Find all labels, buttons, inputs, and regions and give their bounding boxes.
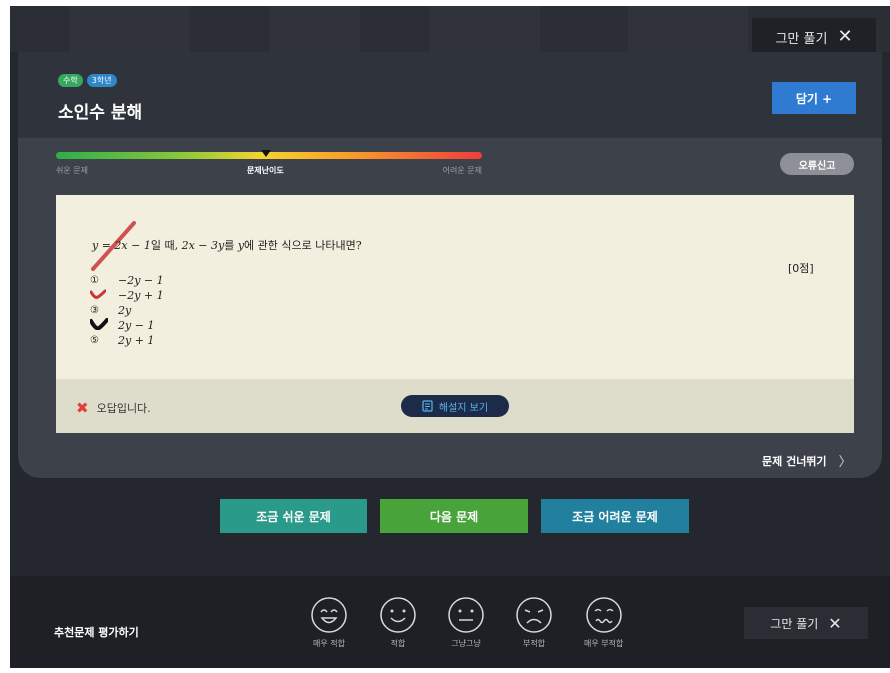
very-sad-face-icon <box>585 597 622 633</box>
rating-very-suitable[interactable]: 매우 적합 <box>310 596 348 649</box>
view-explanation-button[interactable]: 해설지 보기 <box>401 395 509 417</box>
wrong-text: 오답입니다. <box>96 402 151 415</box>
option-check-icon <box>89 318 118 333</box>
question-card: 수학 3학년 소인수 분해 담기 + 쉬운 문제 문제난이도 어려운 문제 오류… <box>18 52 882 478</box>
close-icon: ✕ <box>837 26 853 47</box>
quit-label: 그만 풀기 <box>770 616 819 631</box>
background-decor <box>628 6 748 52</box>
question-math: 2x − 3y <box>181 239 225 252</box>
question-text: y = 2x − 1일 때, 2x − 3y를 y에 관한 식으로 나타내면? <box>92 237 362 253</box>
option-text: −2y − 1 <box>118 274 164 287</box>
question-text-part: 일 때, <box>150 239 182 252</box>
background-decor <box>70 6 190 52</box>
card-header: 수학 3학년 소인수 분해 담기 + <box>18 52 882 138</box>
option-text: −2y + 1 <box>118 289 164 302</box>
question-math: y = 2x − 1 <box>92 239 151 252</box>
background-decor <box>270 6 360 52</box>
report-error-button[interactable]: 오류신고 <box>780 153 854 175</box>
option-number: ⑤ <box>90 335 99 346</box>
view-explanation-label: 해설지 보기 <box>438 402 489 414</box>
question-text-part: 에 관한 식으로 나타내면? <box>244 239 362 252</box>
neutral-face-icon <box>448 597 484 633</box>
quit-label: 그만 풀기 <box>775 31 828 47</box>
background-decor <box>430 6 540 52</box>
option-text: 2y <box>118 304 132 317</box>
rating-very-unsuitable[interactable]: 매우 부적합 <box>584 596 623 649</box>
sad-face-icon <box>516 597 552 633</box>
rating-neutral[interactable]: 그냥그냥 <box>447 596 485 649</box>
question-panel: y = 2x − 1일 때, 2x − 3y를 y에 관한 식으로 나타내면? … <box>56 195 854 379</box>
rating-suitable[interactable]: 적합 <box>379 596 417 649</box>
wrong-status: ✖ 오답입니다. <box>76 399 151 417</box>
result-bar: ✖ 오답입니다. 해설지 보기 <box>56 379 854 433</box>
question-text-part: 를 <box>224 239 238 252</box>
close-icon: ✕ <box>828 613 842 633</box>
rating-unsuitable[interactable]: 부적합 <box>515 596 553 649</box>
skip-question-button[interactable]: 문제 건너뛰기 〉 <box>762 451 852 471</box>
rating-label: 부적합 <box>522 639 546 648</box>
skip-label: 문제 건너뛰기 <box>762 454 827 468</box>
option-3[interactable]: ③ 2y <box>90 303 164 318</box>
tag-group: 수학 3학년 <box>58 74 117 87</box>
rating-title: 추천문제 평가하기 <box>54 626 139 639</box>
quit-button-top[interactable]: 그만 풀기 ✕ <box>752 18 876 56</box>
next-question-button[interactable]: 다음 문제 <box>380 499 528 533</box>
answer-options: ① −2y − 1 −2y + 1 ③ 2y 2y − 1 ⑤ 2y + 1 <box>89 273 164 348</box>
option-text: 2y + 1 <box>118 334 155 347</box>
happy-face-icon <box>380 597 416 633</box>
difficulty-hard-label: 어려운 문제 <box>442 166 482 175</box>
option-2[interactable]: −2y + 1 <box>89 288 164 303</box>
difficulty-meter: 쉬운 문제 문제난이도 어려운 문제 <box>56 150 482 176</box>
page-title: 소인수 분해 <box>58 103 143 123</box>
very-happy-face-icon <box>311 597 347 633</box>
score-label: [0점] <box>788 262 814 275</box>
option-text: 2y − 1 <box>118 319 155 332</box>
option-1[interactable]: ① −2y − 1 <box>90 273 164 288</box>
easier-question-button[interactable]: 조금 쉬운 문제 <box>220 499 367 533</box>
chevron-right-icon: 〉 <box>838 455 852 470</box>
rating-label: 그냥그냥 <box>451 639 481 648</box>
document-icon <box>422 400 433 412</box>
rating-label: 매우 적합 <box>313 639 345 648</box>
subject-tag: 수학 <box>58 74 83 87</box>
save-button[interactable]: 담기 + <box>772 82 856 114</box>
grade-tag: 3학년 <box>86 74 117 87</box>
option-number: ① <box>90 275 99 286</box>
difficulty-title: 문제난이도 <box>246 166 284 175</box>
wrong-icon: ✖ <box>76 399 89 417</box>
rating-footer: 추천문제 평가하기 매우 적합 적합 그냥그냥 부적합 매우 부적합 그만 풀기… <box>10 576 890 668</box>
option-5[interactable]: ⑤ 2y + 1 <box>90 333 164 348</box>
difficulty-marker <box>261 150 271 157</box>
rating-label: 적합 <box>390 639 406 648</box>
rating-label: 매우 부적합 <box>584 639 624 648</box>
app-frame: 그만 풀기 ✕ 수학 3학년 소인수 분해 담기 + 쉬운 문제 문제난이도 어… <box>10 6 890 668</box>
option-check-icon <box>89 289 118 302</box>
difficulty-easy-label: 쉬운 문제 <box>56 166 88 175</box>
harder-question-button[interactable]: 조금 어려운 문제 <box>541 499 689 533</box>
option-number: ③ <box>90 305 99 316</box>
quit-button-bottom[interactable]: 그만 풀기 ✕ <box>744 607 868 639</box>
option-4[interactable]: 2y − 1 <box>89 318 164 333</box>
